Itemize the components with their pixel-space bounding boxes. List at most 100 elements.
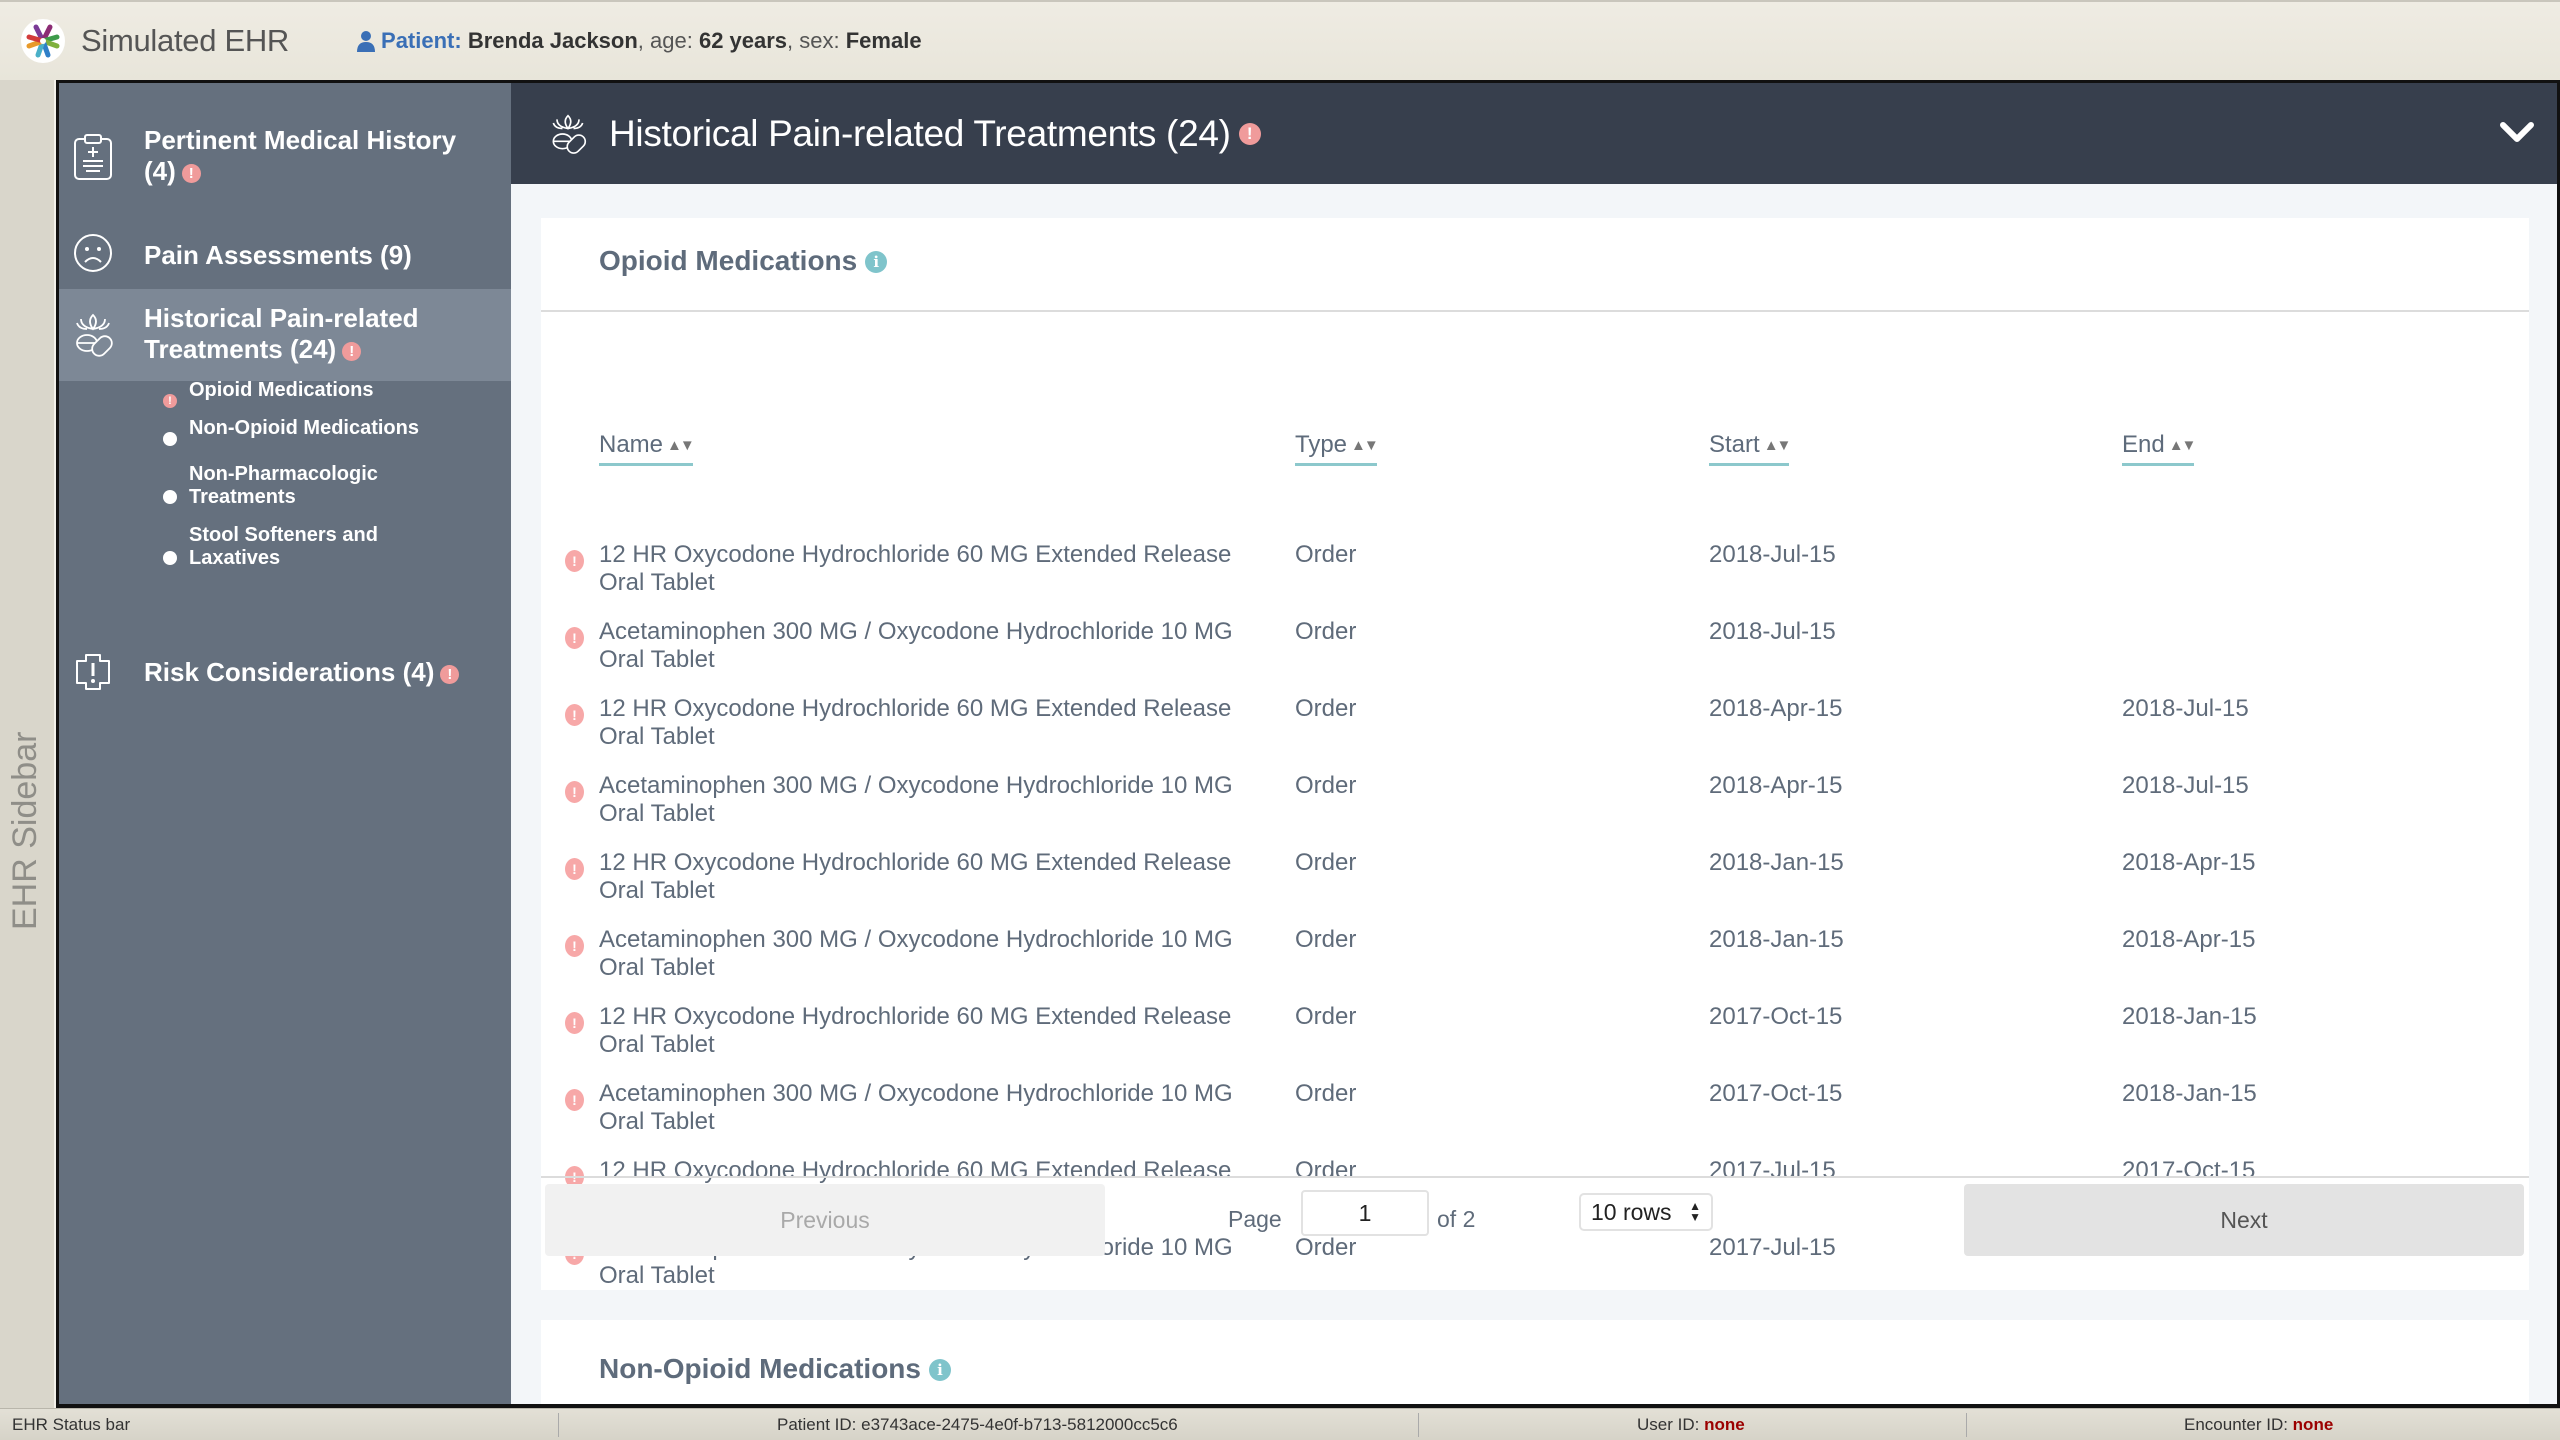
column-label: Type <box>1295 431 1348 458</box>
medication-start: 2017-Jul-15 <box>1709 1234 1836 1261</box>
ehr-sidebar-label: EHR Sidebar <box>6 731 44 930</box>
alert-icon: ! <box>565 704 584 726</box>
page-count: of 2 <box>1437 1206 1476 1232</box>
alert-icon: ! <box>565 627 584 649</box>
medication-end: 2018-Jan-15 <box>2122 1080 2257 1107</box>
chevron-down-icon[interactable] <box>2497 113 2537 153</box>
nav-label: Historical Pain-related <box>144 303 419 333</box>
sort-icon: ▲▼ <box>2168 437 2197 454</box>
nav-label: Pain Assessments (9) <box>144 240 412 270</box>
column-header-name[interactable]: Name ▲▼ <box>599 431 695 466</box>
nav-label: Pertinent Medical History <box>144 125 457 155</box>
previous-page-button[interactable]: Previous <box>545 1184 1105 1256</box>
sub-item-label-2: Laxatives <box>189 547 281 569</box>
medication-type: Order <box>1295 541 1357 568</box>
app-frame: Pertinent Medical History (4)! Pain Asse… <box>56 80 2560 1408</box>
user-id-value: none <box>1704 1415 1745 1434</box>
medication-type: Order <box>1295 1234 1357 1261</box>
medication-start: 2018-Jan-15 <box>1709 926 1844 953</box>
patient-id-label: Patient ID: <box>777 1415 862 1434</box>
column-label: Start <box>1709 431 1760 458</box>
sub-item-label: Opioid Medications <box>189 379 374 401</box>
section-nav: Pertinent Medical History (4)! Pain Asse… <box>59 83 511 1404</box>
ehr-logo-icon <box>21 19 65 63</box>
medication-end: 2018-Apr-15 <box>2122 926 2256 953</box>
info-icon[interactable]: i <box>929 1359 951 1381</box>
table-row[interactable]: ! Acetaminophen 300 MG / Oxycodone Hydroc… <box>541 1080 2529 1157</box>
column-header-end[interactable]: End ▲▼ <box>2122 431 2197 466</box>
patient-name: Brenda Jackson <box>467 28 638 53</box>
medication-start: 2018-Apr-15 <box>1709 772 1843 799</box>
medication-type: Order <box>1295 926 1357 953</box>
medication-type: Order <box>1295 1080 1357 1107</box>
medication-end: 2018-Jan-15 <box>2122 1003 2257 1030</box>
nav-item-pain-assessments[interactable]: Pain Assessments (9) <box>59 211 511 301</box>
medication-type: Order <box>1295 849 1357 876</box>
medication-start: 2017-Oct-15 <box>1709 1003 1843 1030</box>
medication-type: Order <box>1295 618 1357 645</box>
medication-name: 12 HR Oxycodone Hydrochloride 60 MG Exte… <box>599 849 1232 904</box>
medication-name: Acetaminophen 300 MG / Oxycodone Hydroch… <box>599 772 1233 827</box>
ehr-sidebar-toggle[interactable]: EHR Sidebar <box>0 80 56 1408</box>
patient-id-value: e3743ace-2475-4e0f-b713-5812000cc5c6 <box>861 1415 1178 1434</box>
patient-banner: Patient: Brenda Jackson , age: 62 years … <box>357 28 922 54</box>
person-icon <box>357 31 376 52</box>
medication-name: 12 HR Oxycodone Hydrochloride 60 MG Exte… <box>599 541 1232 596</box>
patient-sex: Female <box>845 28 922 53</box>
medication-start: 2018-Jan-15 <box>1709 849 1844 876</box>
nav-item-risk-considerations[interactable]: Risk Considerations (4)! <box>59 643 511 703</box>
medication-name: 12 HR Oxycodone Hydrochloride 60 MG Exte… <box>599 1003 1232 1058</box>
alert-icon: ! <box>163 394 177 408</box>
divider <box>558 1413 559 1437</box>
table-row[interactable]: ! Acetaminophen 300 MG / Oxycodone Hydroc… <box>541 772 2529 849</box>
status-bar: EHR Status bar Patient ID: e3743ace-2475… <box>0 1408 2560 1440</box>
nav-item-historical-treatments[interactable]: Historical Pain-related Treatments (24)! <box>59 289 511 381</box>
alert-icon: ! <box>565 1012 584 1034</box>
sub-item-label: Stool Softeners and <box>189 524 378 546</box>
age-label: , age: <box>637 28 699 53</box>
page-label: Page <box>1228 1206 1282 1232</box>
user-id: User ID: none <box>1637 1409 1745 1440</box>
sex-label: , sex: <box>787 28 846 53</box>
sort-icon: ▲▼ <box>1763 437 1792 454</box>
table-row[interactable]: ! 12 HR Oxycodone Hydrochloride 60 MG Ext… <box>541 695 2529 772</box>
medication-type: Order <box>1295 1157 1357 1184</box>
rows-per-page-select[interactable]: 10 rows ▲ ▼ <box>1579 1193 1713 1231</box>
medication-name: Acetaminophen 300 MG / Oxycodone Hydroch… <box>599 926 1233 981</box>
encounter-id-label: Encounter ID: <box>2184 1415 2293 1434</box>
column-header-start[interactable]: Start ▲▼ <box>1709 431 1792 466</box>
nav-item-pertinent-medical-history[interactable]: Pertinent Medical History (4)! <box>59 111 511 211</box>
column-header-type[interactable]: Type ▲▼ <box>1295 431 1379 466</box>
table-row[interactable]: ! Acetaminophen 300 MG / Oxycodone Hydroc… <box>541 926 2529 1003</box>
page-number-input[interactable] <box>1301 1190 1429 1236</box>
rows-per-page-value: 10 rows <box>1591 1198 1672 1225</box>
table-row[interactable]: ! 12 HR Oxycodone Hydrochloride 60 MG Ext… <box>541 849 2529 926</box>
clipboard-icon <box>74 134 112 180</box>
nav-label: Risk Considerations (4) <box>144 657 435 687</box>
next-page-button[interactable]: Next <box>1964 1184 2524 1256</box>
encounter-id-value: none <box>2292 1415 2334 1434</box>
divider <box>541 1176 2529 1178</box>
select-arrows-icon: ▲ ▼ <box>1689 1199 1701 1224</box>
medication-start: 2018-Jul-15 <box>1709 618 1836 645</box>
medication-end: 2018-Apr-15 <box>2122 849 2256 876</box>
info-icon[interactable]: i <box>865 251 888 273</box>
sort-icon: ▲▼ <box>1351 437 1379 454</box>
medication-end: 2017-Oct-15 <box>2122 1157 2256 1184</box>
lotus-pills-icon <box>76 313 113 357</box>
encounter-id: Encounter ID: none <box>2184 1409 2333 1440</box>
alert-icon: ! <box>342 342 362 361</box>
section-header[interactable]: Historical Pain-related Treatments (24) … <box>511 83 2557 184</box>
alert-icon: ! <box>565 781 584 803</box>
patient-id: Patient ID: e3743ace-2475-4e0f-b713-5812… <box>777 1409 1178 1440</box>
divider <box>541 310 2529 312</box>
warning-cross-icon <box>76 654 110 690</box>
table-row[interactable]: ! 12 HR Oxycodone Hydrochloride 60 MG Ext… <box>541 1003 2529 1080</box>
table-row[interactable]: ! 12 HR Oxycodone Hydrochloride 60 MG Ext… <box>541 541 2529 618</box>
divider <box>1966 1413 1967 1437</box>
medication-name: Acetaminophen 300 MG / Oxycodone Hydroch… <box>599 1080 1233 1135</box>
column-label: End <box>2122 431 2165 458</box>
medication-end: 2018-Jul-15 <box>2122 772 2249 799</box>
sub-item-label-2: Treatments <box>189 486 296 508</box>
table-row[interactable]: ! Acetaminophen 300 MG / Oxycodone Hydroc… <box>541 618 2529 695</box>
